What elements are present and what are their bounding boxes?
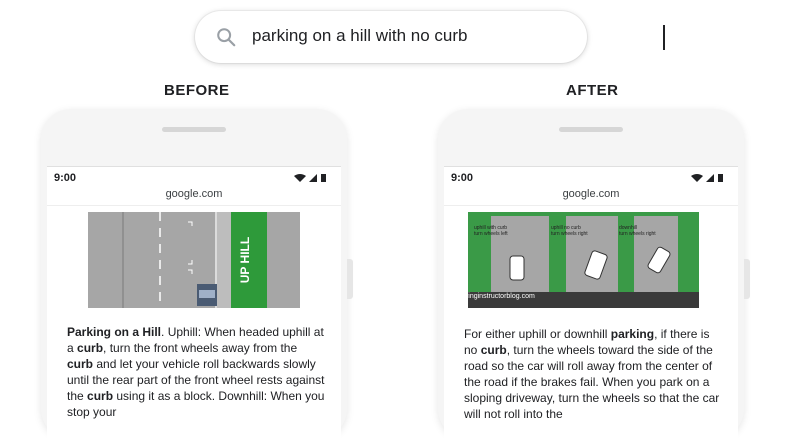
- snippet-text: , turn the front wheels away from the: [103, 341, 298, 355]
- search-bar[interactable]: parking on a hill with no curb: [195, 11, 665, 63]
- highlighted-term: curb: [480, 343, 507, 357]
- address-bar-url[interactable]: google.com: [444, 188, 738, 200]
- phone-after: 9:00 google.com uphill with curb turn wh…: [438, 109, 750, 440]
- address-bar-url[interactable]: google.com: [47, 188, 341, 200]
- phone-speaker: [559, 127, 623, 132]
- car-illustration: [197, 284, 217, 306]
- phone-side-button: [347, 259, 353, 299]
- image-text-up-hill: UP HILL: [238, 237, 252, 283]
- highlighted-term: curb: [67, 357, 94, 371]
- status-icons: [294, 174, 326, 182]
- divider: [47, 205, 341, 206]
- phone-screen: 9:00 google.com uphill with curb turn wh…: [444, 166, 738, 440]
- before-label: BEFORE: [164, 82, 230, 99]
- highlighted-term: curb: [77, 341, 104, 355]
- image-caption-1: uphill with curb turn wheels left: [474, 225, 508, 237]
- result-snippet: For either uphill or downhill parking, i…: [464, 326, 726, 422]
- search-input[interactable]: parking on a hill with no curb: [252, 26, 467, 46]
- highlighted-term: parking: [610, 327, 655, 341]
- phone-screen: 9:00 google.com UP HILL Parking on a Hil…: [47, 166, 341, 440]
- text-cursor: [663, 25, 665, 50]
- phone-side-button: [744, 259, 750, 299]
- phone-speaker: [162, 127, 226, 132]
- status-time: 9:00: [54, 172, 77, 184]
- phone-before: 9:00 google.com UP HILL Parking on a Hil…: [41, 109, 353, 440]
- highlighted-term: curb: [87, 389, 114, 403]
- result-image-road: UP HILL: [88, 212, 300, 308]
- status-icons: [691, 174, 723, 182]
- image-caption-2: uphill no curb turn wheels right: [551, 225, 588, 237]
- image-source: drivinginstructorblog.com: [457, 293, 535, 300]
- snippet-text: For either uphill or downhill: [464, 327, 611, 341]
- search-icon: [217, 28, 236, 47]
- highlighted-term: Parking on a Hill: [67, 325, 162, 339]
- image-caption-3: downhill turn wheels right: [619, 225, 656, 237]
- divider: [444, 205, 738, 206]
- result-snippet: Parking on a Hill. Uphill: When headed u…: [67, 324, 325, 420]
- after-label: AFTER: [566, 82, 619, 99]
- status-time: 9:00: [451, 172, 474, 184]
